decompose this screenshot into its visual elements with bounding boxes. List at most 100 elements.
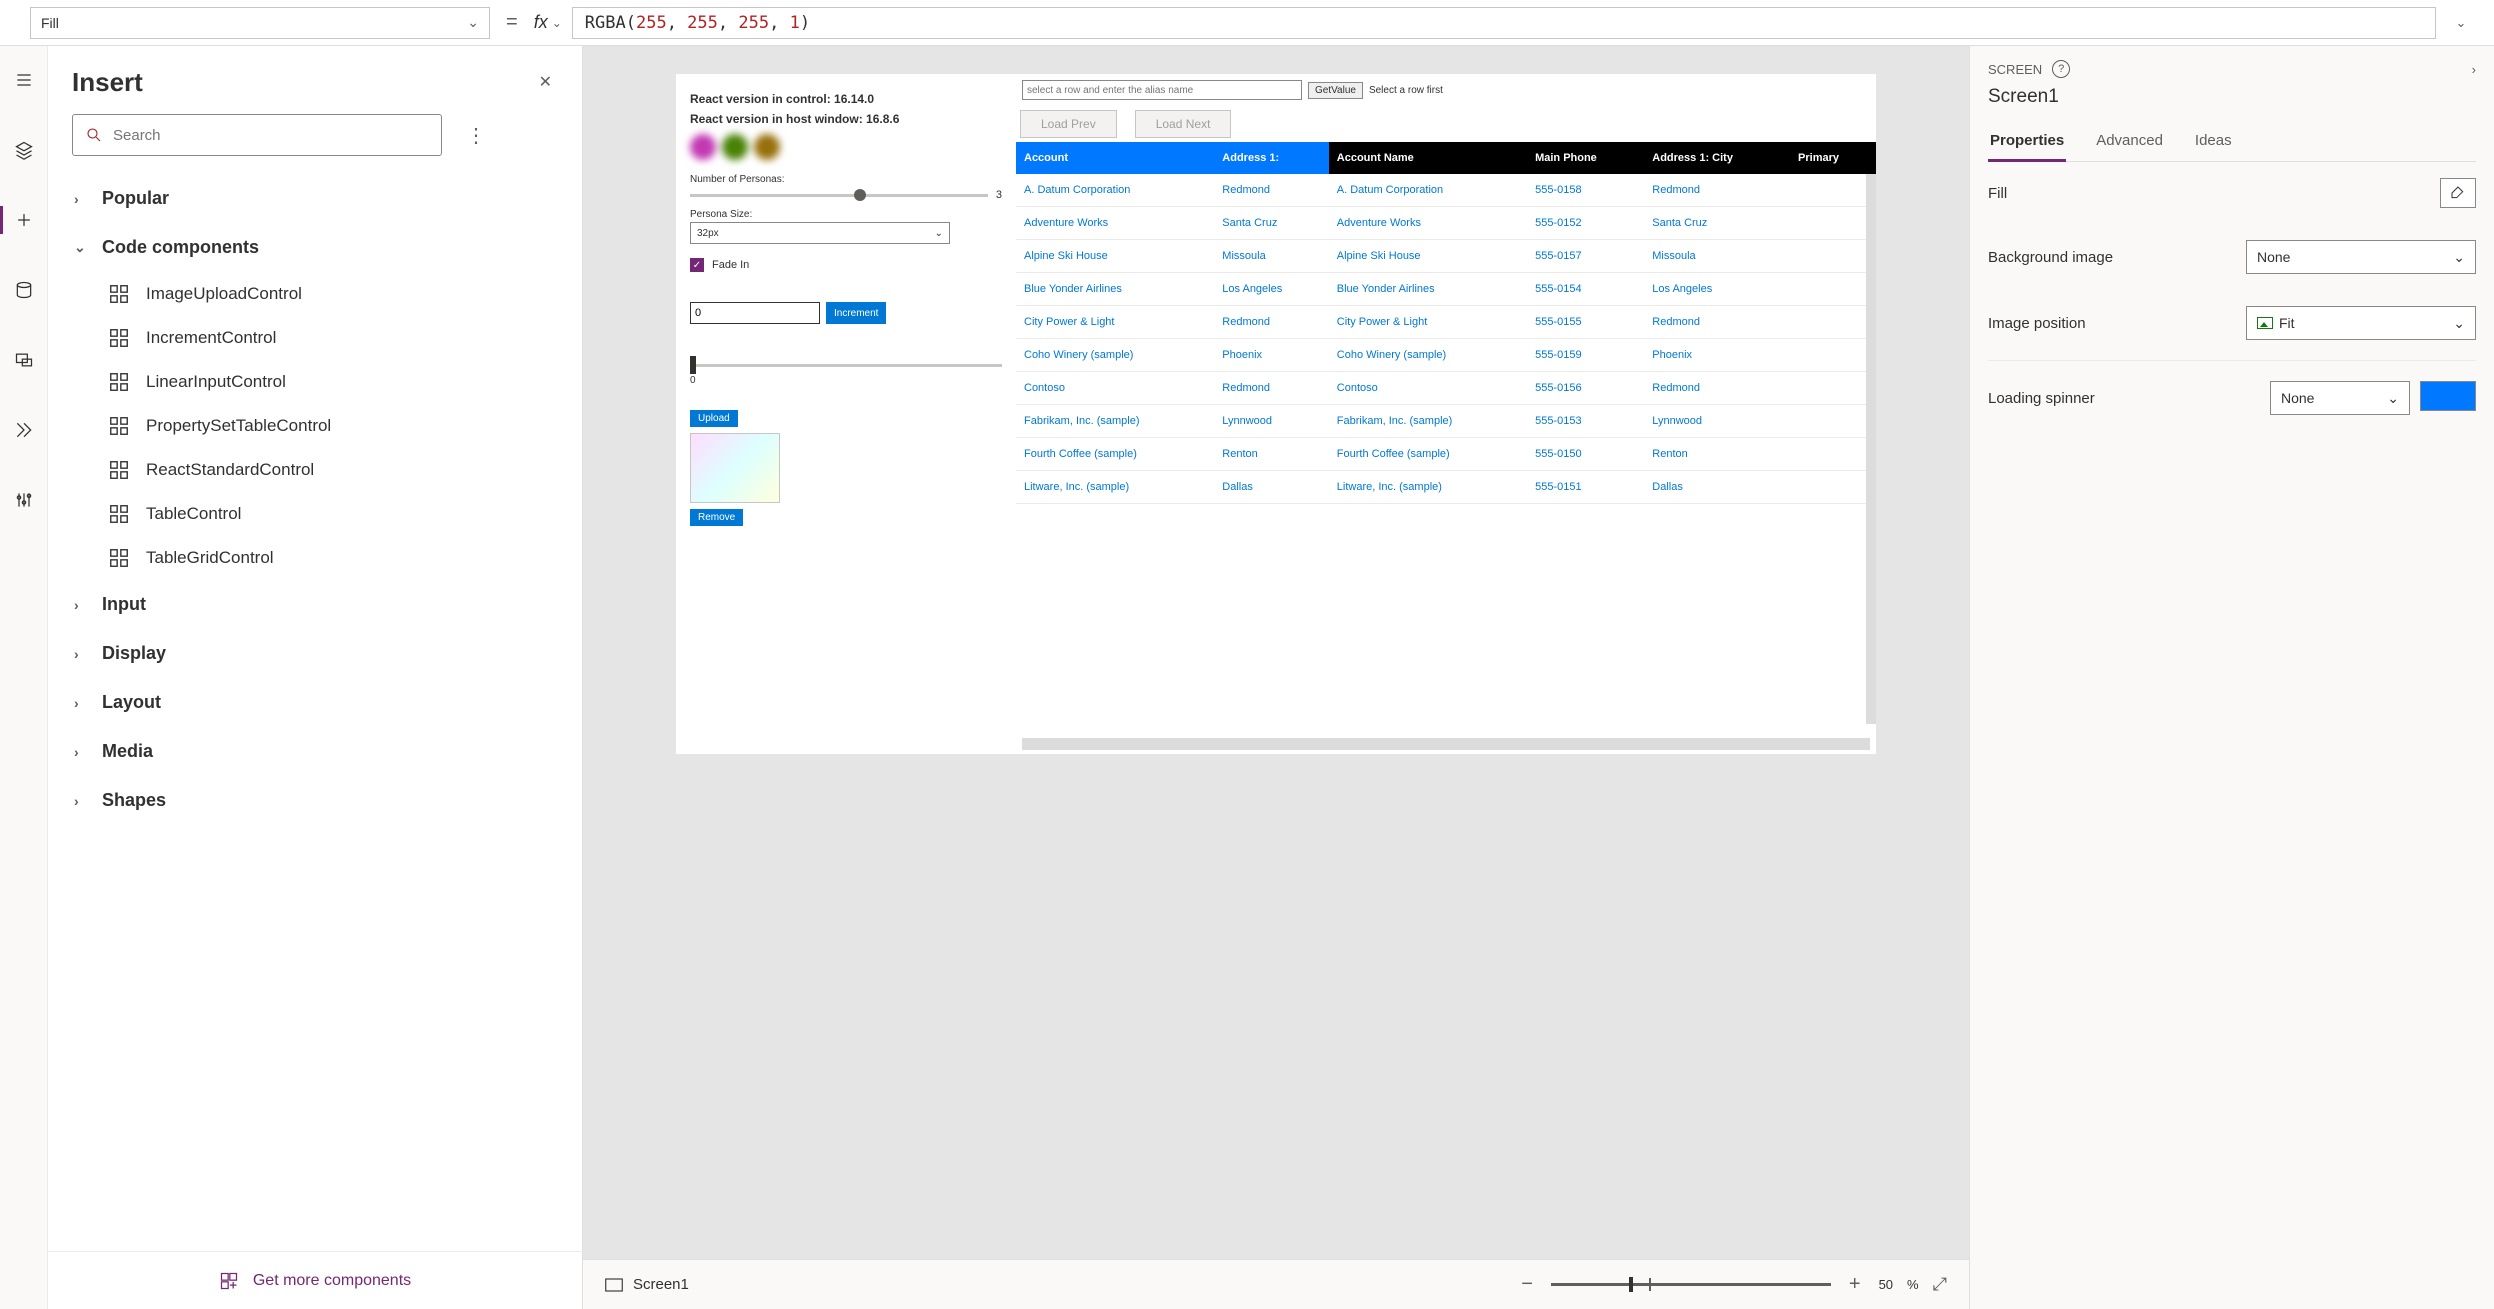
cell-link[interactable]: Redmond	[1222, 316, 1270, 328]
table-row[interactable]: Litware, Inc. (sample) Dallas Litware, Inc…	[1016, 471, 1876, 504]
fade-in-checkbox[interactable]: ✓Fade In	[690, 258, 1002, 272]
cell-link[interactable]: 555-0158	[1535, 184, 1582, 196]
persona-size-select[interactable]: 32px⌄	[690, 222, 950, 244]
imgpos-dropdown[interactable]: Fit⌄	[2246, 306, 2476, 340]
table-row[interactable]: A. Datum Corporation Redmond A. Datum Corp…	[1016, 174, 1876, 207]
column-header[interactable]: Primary	[1790, 142, 1876, 174]
cell-link[interactable]: Fourth Coffee (sample)	[1024, 448, 1137, 460]
cell-link[interactable]: Blue Yonder Airlines	[1337, 283, 1435, 295]
cell-link[interactable]: Missoula	[1222, 250, 1265, 262]
property-selector[interactable]: Fill ⌄	[30, 7, 490, 39]
component-propertysettablecontrol[interactable]: PropertySetTableControl	[48, 404, 582, 448]
cell-link[interactable]: Missoula	[1652, 250, 1695, 262]
remove-button[interactable]: Remove	[690, 509, 743, 526]
cell-link[interactable]: Santa Cruz	[1652, 217, 1707, 229]
tab-ideas[interactable]: Ideas	[2193, 124, 2234, 161]
fx-button[interactable]: fx ⌄	[534, 12, 562, 33]
column-header[interactable]: Address 1:	[1214, 142, 1328, 174]
cell-link[interactable]: Alpine Ski House	[1337, 250, 1421, 262]
cell-link[interactable]: Blue Yonder Airlines	[1024, 283, 1122, 295]
search-input-wrapper[interactable]	[72, 114, 442, 156]
cell-link[interactable]: Adventure Works	[1024, 217, 1108, 229]
horizontal-scrollbar[interactable]	[1022, 738, 1870, 750]
component-imageuploadcontrol[interactable]: ImageUploadControl	[48, 272, 582, 316]
fill-color-button[interactable]	[2440, 178, 2476, 208]
cell-link[interactable]: Redmond	[1652, 316, 1700, 328]
rail-hamburger[interactable]	[0, 60, 48, 100]
cell-link[interactable]: Dallas	[1652, 481, 1683, 493]
loading-color-swatch[interactable]	[2420, 381, 2476, 411]
personas-slider[interactable]: 3	[690, 189, 1002, 201]
increment-input[interactable]	[690, 302, 820, 324]
loading-dropdown[interactable]: None⌄	[2270, 381, 2410, 415]
group-display[interactable]: ›Display	[48, 629, 582, 678]
cell-link[interactable]: Redmond	[1222, 382, 1270, 394]
formula-input[interactable]: RGBA(255, 255, 255, 1)	[572, 7, 2436, 39]
cell-link[interactable]: 555-0155	[1535, 316, 1582, 328]
component-reactstandardcontrol[interactable]: ReactStandardControl	[48, 448, 582, 492]
table-row[interactable]: Blue Yonder Airlines Los Angeles Blue Yond…	[1016, 273, 1876, 306]
column-header[interactable]: Account Name	[1329, 142, 1527, 174]
table-row[interactable]: Adventure WorksSanta CruzAdventure Works…	[1016, 207, 1876, 240]
data-grid[interactable]: AccountAddress 1:Account NameMain PhoneA…	[1016, 142, 1876, 738]
increment-button[interactable]: Increment	[826, 302, 886, 324]
cell-link[interactable]: Renton	[1222, 448, 1257, 460]
get-more-components-link[interactable]: Get more components	[48, 1251, 582, 1309]
cell-link[interactable]: Redmond	[1222, 184, 1270, 196]
table-row[interactable]: Coho Winery (sample)PhoenixCoho Winery (…	[1016, 339, 1876, 372]
cell-link[interactable]: Coho Winery (sample)	[1337, 349, 1446, 361]
component-linearinputcontrol[interactable]: LinearInputControl	[48, 360, 582, 404]
cell-link[interactable]: 555-0153	[1535, 415, 1582, 427]
cell-link[interactable]: Redmond	[1652, 184, 1700, 196]
cell-link[interactable]: Litware, Inc. (sample)	[1024, 481, 1129, 493]
cell-link[interactable]: A. Datum Corporation	[1024, 184, 1130, 196]
cell-link[interactable]: Redmond	[1652, 382, 1700, 394]
help-icon[interactable]: ?	[2052, 60, 2070, 78]
cell-link[interactable]: Fabrikam, Inc. (sample)	[1337, 415, 1453, 427]
cell-link[interactable]: Los Angeles	[1222, 283, 1282, 295]
cell-link[interactable]: A. Datum Corporation	[1337, 184, 1443, 196]
load-prev-button[interactable]: Load Prev	[1020, 110, 1117, 138]
group-media[interactable]: ›Media	[48, 727, 582, 776]
table-row[interactable]: Fourth Coffee (sample)RentonFourth Coffe…	[1016, 438, 1876, 471]
cell-link[interactable]: 555-0156	[1535, 382, 1582, 394]
cell-link[interactable]: 555-0154	[1535, 283, 1582, 295]
zoom-out-button[interactable]: −	[1517, 1273, 1537, 1296]
cell-link[interactable]: Alpine Ski House	[1024, 250, 1108, 262]
linear-slider[interactable]	[690, 364, 1002, 367]
overflow-menu-button[interactable]: ⋮	[458, 119, 494, 152]
cell-link[interactable]: 555-0159	[1535, 349, 1582, 361]
group-popular[interactable]: ›Popular	[48, 174, 582, 223]
load-next-button[interactable]: Load Next	[1135, 110, 1232, 138]
component-tablecontrol[interactable]: TableControl	[48, 492, 582, 536]
cell-link[interactable]: Fabrikam, Inc. (sample)	[1024, 415, 1140, 427]
rail-tree-view[interactable]	[0, 130, 48, 170]
cell-link[interactable]: 555-0150	[1535, 448, 1582, 460]
cell-link[interactable]: Lynnwood	[1652, 415, 1702, 427]
cell-link[interactable]: Renton	[1652, 448, 1687, 460]
rail-insert[interactable]	[0, 200, 48, 240]
cell-link[interactable]: 555-0151	[1535, 481, 1582, 493]
group-input[interactable]: ›Input	[48, 580, 582, 629]
group-code-components[interactable]: ⌄Code components	[48, 223, 582, 272]
app-screen[interactable]: React version in control: 16.14.0 React …	[676, 74, 1876, 754]
formula-expand-button[interactable]: ⌄	[2446, 15, 2476, 31]
table-row[interactable]: Fabrikam, Inc. (sample) Lynnwood Fabrikam,…	[1016, 405, 1876, 438]
rail-data[interactable]	[0, 270, 48, 310]
cell-link[interactable]: Phoenix	[1222, 349, 1262, 361]
group-layout[interactable]: ›Layout	[48, 678, 582, 727]
column-header[interactable]: Address 1: City	[1644, 142, 1790, 174]
table-row[interactable]: City Power & Light Redmond City Power & Li…	[1016, 306, 1876, 339]
component-incrementcontrol[interactable]: IncrementControl	[48, 316, 582, 360]
component-tablegridcontrol[interactable]: TableGridControl	[48, 536, 582, 580]
cell-link[interactable]: Contoso	[1024, 382, 1065, 394]
bgimage-dropdown[interactable]: None⌄	[2246, 240, 2476, 274]
cell-link[interactable]: Contoso	[1337, 382, 1378, 394]
rail-power-automate[interactable]	[0, 410, 48, 450]
rail-media[interactable]	[0, 340, 48, 380]
cell-link[interactable]: City Power & Light	[1024, 316, 1114, 328]
cell-link[interactable]: Litware, Inc. (sample)	[1337, 481, 1442, 493]
cell-link[interactable]: City Power & Light	[1337, 316, 1427, 328]
tab-advanced[interactable]: Advanced	[2094, 124, 2165, 161]
table-row[interactable]: Contoso Redmond Contoso 555-0156 Redmond	[1016, 372, 1876, 405]
